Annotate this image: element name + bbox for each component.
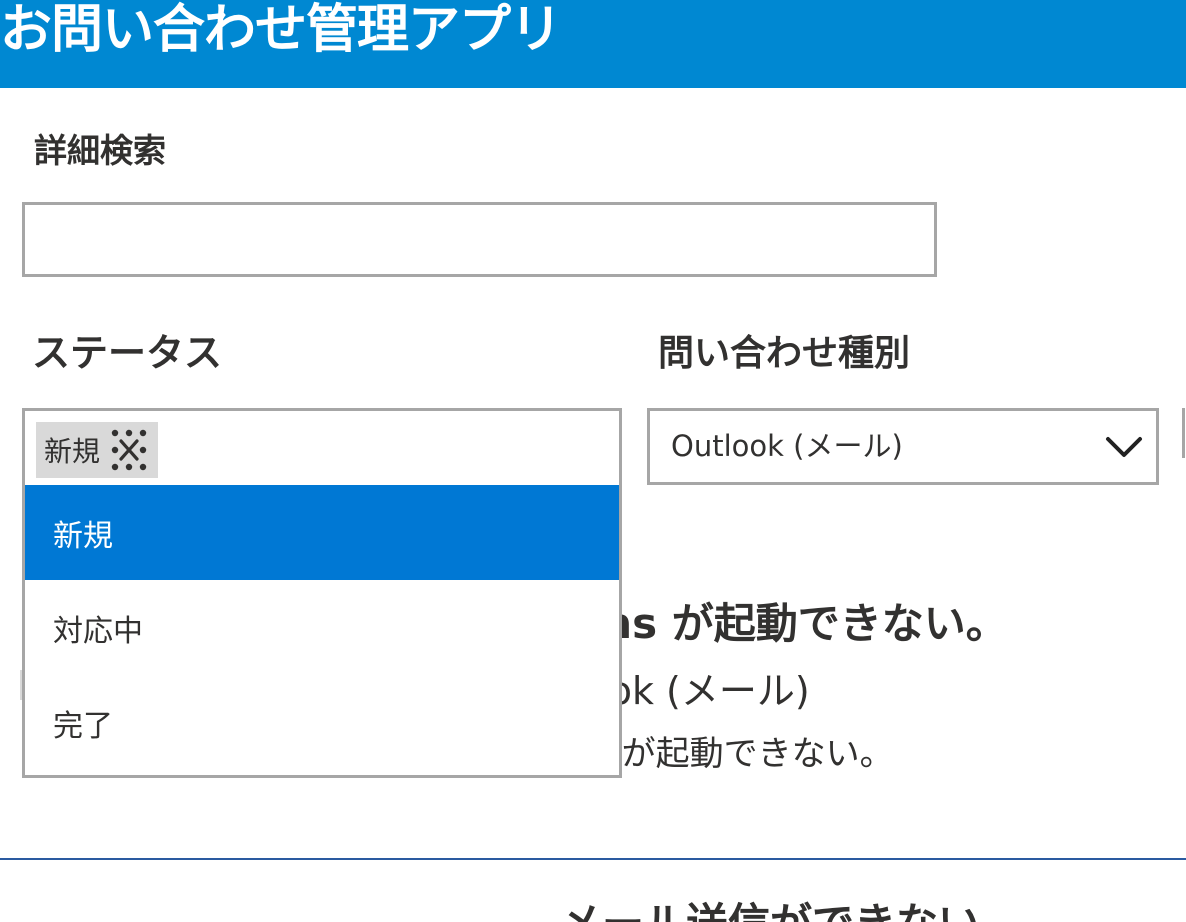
inquiry-type-label: 問い合わせ種別 xyxy=(658,333,911,374)
status-option-done[interactable]: 完了 xyxy=(25,675,619,770)
status-option-new[interactable]: 新規 xyxy=(25,485,619,580)
search-input[interactable] xyxy=(22,202,937,277)
remove-tag-icon[interactable] xyxy=(110,428,148,472)
app-header: お問い合わせ管理アプリ xyxy=(0,0,1186,88)
status-combobox[interactable]: 新規 新規 対応中 完了 xyxy=(22,408,622,778)
search-label: 詳細検索 xyxy=(34,131,166,170)
next-control-edge xyxy=(1182,408,1185,458)
status-label: ステータス xyxy=(32,331,223,375)
status-tag-label: 新規 xyxy=(44,435,101,468)
chevron-down-icon xyxy=(1106,437,1142,457)
record-title[interactable]: ams が起動できない。 xyxy=(560,590,1008,651)
record-title-2[interactable]: メール送信ができない xyxy=(560,890,980,922)
status-option-in-progress[interactable]: 対応中 xyxy=(25,580,619,675)
app-title: お問い合わせ管理アプリ xyxy=(0,0,562,60)
inquiry-type-selected-value: Outlook (メール) xyxy=(671,429,903,463)
status-options-list: 新規 対応中 完了 xyxy=(25,485,619,770)
status-tag: 新規 xyxy=(36,422,159,478)
app-root: お問い合わせ管理アプリ 詳細検索 ステータス 問い合わせ種別 ams が起動でき… xyxy=(0,0,1186,922)
inquiry-type-dropdown[interactable]: Outlook (メール) xyxy=(647,408,1159,485)
record-divider xyxy=(0,858,1186,860)
